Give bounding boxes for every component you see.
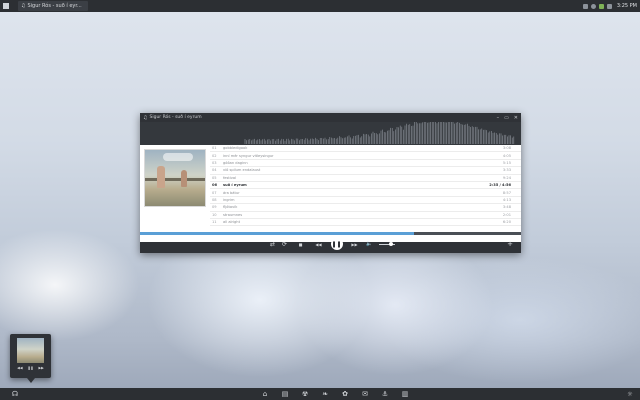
start-button[interactable]	[0, 0, 12, 12]
track-list: 01 gobbledigook 3:08 02 inní mér syngur vitl…	[210, 145, 521, 231]
track-duration: 4:13	[502, 197, 511, 202]
track-number: 04	[212, 168, 217, 173]
track-title: gobbledigook	[223, 146, 248, 151]
next-button[interactable]: ▶▶	[347, 242, 363, 247]
track-row[interactable]: 09 fljótavík 3:48	[210, 204, 521, 212]
track-number: 06	[212, 183, 218, 188]
track-duration: 2:35 / 4:56	[489, 183, 511, 188]
track-title: ára bátur	[223, 190, 240, 195]
tray-volume-icon[interactable]	[606, 3, 612, 9]
track-number: 10	[212, 212, 217, 217]
track-title: all alright	[223, 220, 240, 225]
close-button[interactable]: ✕	[514, 115, 518, 121]
player-content: 01 gobbledigook 3:08 02 inní mér syngur vitl…	[140, 145, 521, 242]
track-number: 02	[212, 153, 217, 158]
task-title: Sigur Rós - suð í eyr...	[27, 3, 82, 9]
track-duration: 2:01	[502, 212, 511, 217]
previous-button[interactable]: ◀◀	[311, 242, 327, 247]
track-duration: 3:48	[502, 205, 511, 210]
track-duration: 3:08	[502, 146, 511, 151]
track-number: 07	[212, 190, 217, 195]
dock-launchers: ⌂ ▤ ☢ ❧ ✿ ✉ ⚓ ▥	[30, 388, 620, 400]
album-art	[144, 149, 206, 207]
mini-pause-button[interactable]: ❚❚	[28, 366, 34, 374]
calendar-icon[interactable]: ▥	[401, 388, 410, 400]
track-row[interactable]: 10 straumnes 2:01	[210, 212, 521, 219]
maximize-button[interactable]: ▭	[504, 115, 509, 121]
flower-icon[interactable]: ✿	[341, 388, 350, 400]
track-row[interactable]: 05 festival 9:24	[210, 175, 521, 182]
brightness-icon[interactable]: ☼	[627, 391, 632, 398]
start-menu-icon	[3, 3, 9, 9]
track-title: inní mér syngur vitleysingur	[223, 153, 274, 158]
shuffle-button[interactable]: ⇄	[267, 241, 279, 248]
bottom-dock: ☊ ⌂ ▤ ☢ ❧ ✿ ✉ ⚓ ▥ ☼	[0, 388, 640, 400]
taskbar-task-player[interactable]: ♫ Sigur Rós - suð í eyr...	[18, 1, 88, 11]
mini-next-button[interactable]: ▶▶	[38, 366, 43, 374]
music-player-window: ♫ Sigur Rós - suð í eyrum – ▭ ✕ 01 gobble…	[140, 113, 521, 253]
track-number: 03	[212, 160, 217, 165]
track-row[interactable]: 07 ára bátur 8:57	[210, 189, 521, 197]
track-duration: 5:15	[502, 160, 511, 165]
home-icon[interactable]: ⌂	[261, 388, 270, 400]
files-icon[interactable]: ▤	[281, 388, 290, 400]
track-row[interactable]: 06 suð í eyrum 2:35 / 4:56	[210, 182, 521, 190]
track-duration: 4:05	[502, 153, 511, 158]
track-number: 05	[212, 175, 217, 180]
top-panel: ♫ Sigur Rós - suð í eyr... 3:25 PM	[0, 0, 640, 12]
track-duration: 9:24	[502, 175, 511, 180]
track-duration: 6:20	[502, 220, 511, 225]
track-duration: 8:57	[502, 190, 511, 195]
pause-button[interactable]: ❚❚	[330, 238, 343, 250]
repeat-button[interactable]: ⟳	[279, 241, 291, 248]
track-title: straumnes	[223, 212, 243, 217]
volume-icon[interactable]: 🔈	[363, 241, 377, 247]
track-row[interactable]: 11 all alright 6:20	[210, 219, 521, 227]
window-titlebar[interactable]: ♫ Sigur Rós - suð í eyrum – ▭ ✕	[140, 113, 521, 122]
player-app-icon: ♫	[143, 114, 148, 121]
stop-button[interactable]: ■	[291, 242, 311, 247]
track-title: suð í eyrum	[223, 183, 247, 188]
tray-network-icon[interactable]	[590, 3, 596, 9]
add-to-playlist-button[interactable]: +	[507, 235, 513, 253]
track-title: festival	[223, 175, 237, 180]
music-note-icon: ♫	[21, 3, 26, 9]
mini-previous-button[interactable]: ◀◀	[17, 366, 22, 374]
track-row[interactable]: 08 ingrim 4:13	[210, 197, 521, 205]
track-number: 08	[212, 197, 217, 202]
track-title: góðan daginn	[223, 160, 248, 165]
mini-player-pointer	[27, 378, 35, 383]
track-number: 01	[212, 146, 217, 151]
tray-battery-icon[interactable]	[598, 3, 604, 9]
playback-controls: ⇄ ⟳ ■ ◀◀ ❚❚ ▶▶ 🔈 +	[140, 235, 521, 253]
clock[interactable]: 3:25 PM	[617, 3, 637, 9]
volume-knob[interactable]	[388, 242, 393, 246]
track-title: fljótavík	[223, 205, 238, 210]
track-row[interactable]: 03 góðan daginn 5:15	[210, 160, 521, 168]
track-row[interactable]: 02 inní mér syngur vitleysingur 4:05	[210, 152, 521, 160]
tray-app-icon[interactable]	[582, 3, 588, 9]
leaf-icon[interactable]: ❧	[321, 388, 330, 400]
headphones-icon[interactable]: ☊	[12, 390, 18, 398]
track-row[interactable]: 01 gobbledigook 3:08	[210, 145, 521, 153]
mini-album-art	[17, 338, 44, 363]
anchor-icon[interactable]: ⚓	[381, 388, 390, 400]
system-tray: 3:25 PM	[582, 3, 640, 9]
track-duration: 3:33	[502, 168, 511, 173]
radiation-icon[interactable]: ☢	[301, 388, 310, 400]
track-title: ingrim	[223, 197, 235, 202]
mail-icon[interactable]: ✉	[361, 388, 370, 400]
track-title: við spilum endalaust	[223, 168, 261, 173]
track-row[interactable]: 04 við spilum endalaust 3:33	[210, 167, 521, 175]
volume-slider[interactable]	[378, 242, 395, 246]
track-number: 11	[212, 220, 217, 225]
window-title: Sigur Rós - suð í eyrum	[149, 115, 202, 120]
track-number: 09	[212, 205, 217, 210]
mini-player[interactable]: ◀◀ ❚❚ ▶▶	[10, 334, 51, 378]
minimize-button[interactable]: –	[497, 115, 500, 121]
